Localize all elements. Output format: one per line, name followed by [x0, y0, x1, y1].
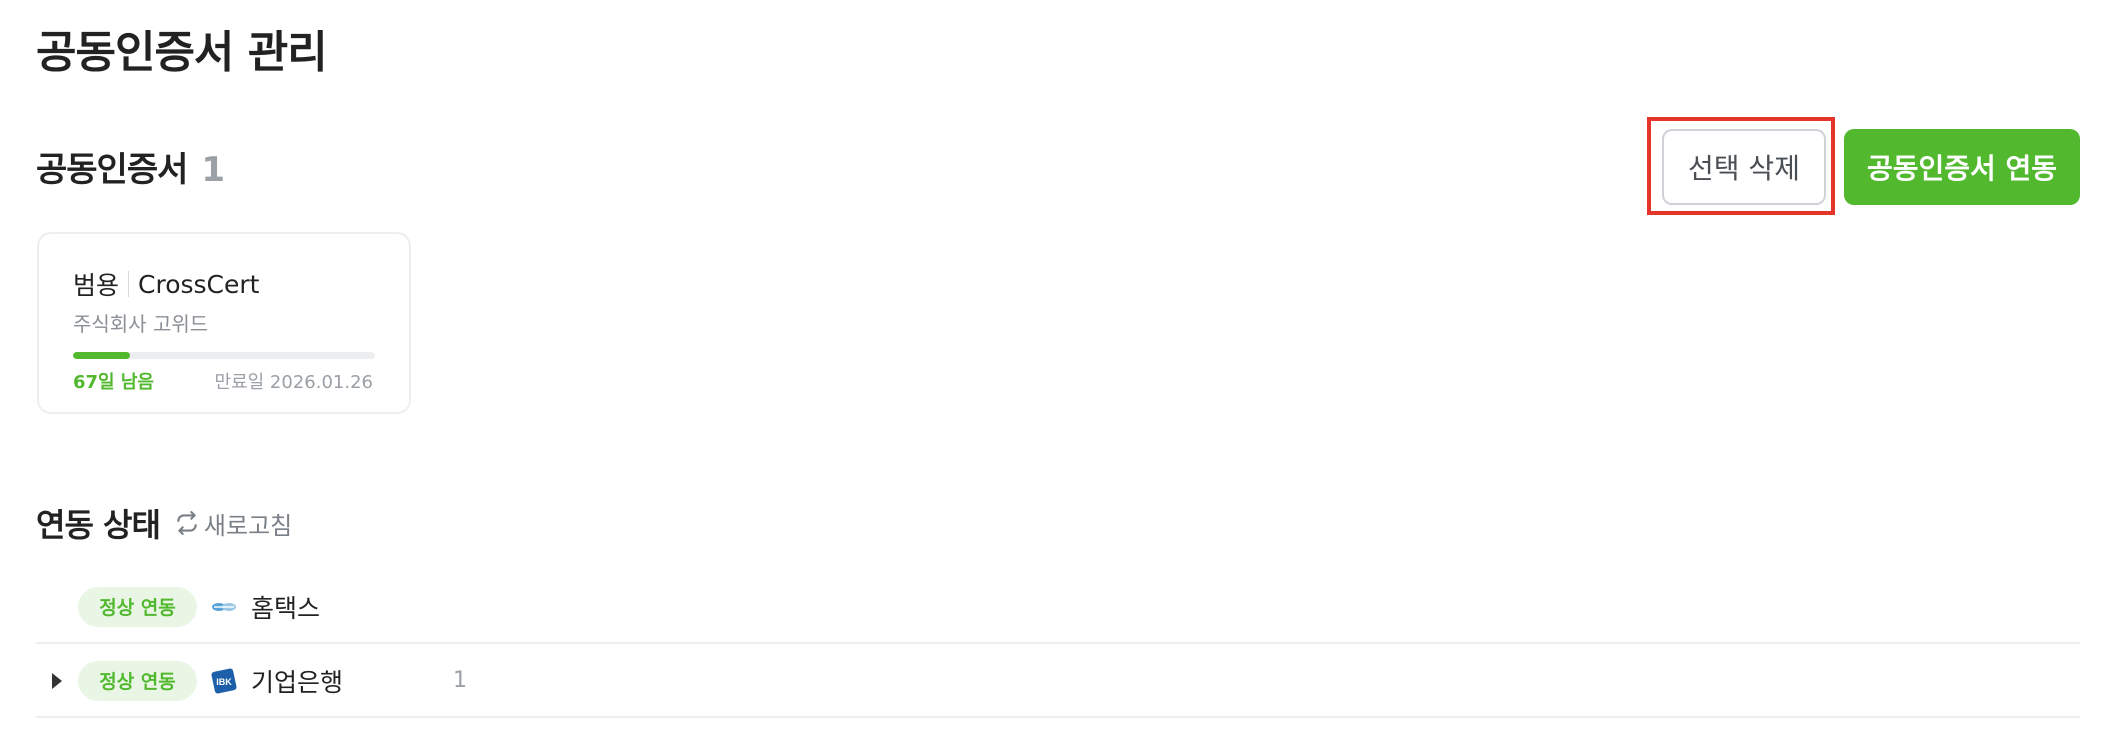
- certificate-expiry-date: 만료일 2026.01.26: [214, 372, 373, 393]
- expand-row-button[interactable]: [36, 671, 78, 691]
- page-title: 공동인증서 관리: [36, 27, 328, 78]
- certificate-validity-progress: [73, 352, 375, 359]
- refresh-icon: [177, 511, 197, 535]
- certificate-issuer: CrossCert: [138, 269, 260, 299]
- certificate-owner: 주식회사 고위드: [73, 312, 209, 336]
- status-badge: 정상 연동: [78, 586, 197, 627]
- delete-selected-button[interactable]: 선택 삭제: [1662, 129, 1826, 205]
- certificate-type-divider: [128, 271, 130, 297]
- certificate-type: 범용: [73, 271, 120, 300]
- certificate-card[interactable]: 범용 CrossCert 주식회사 고위드 67일 남음 만료일 2026.01…: [37, 232, 411, 414]
- org-name: 기업은행: [251, 667, 344, 697]
- connection-status-title: 연동 상태: [36, 506, 161, 544]
- certificates-count: 1: [201, 150, 225, 190]
- status-badge: 정상 연동: [78, 660, 197, 701]
- connect-certificate-button[interactable]: 공동인증서 연동: [1844, 129, 2080, 205]
- certificates-header-label: 공동인증서: [36, 150, 188, 190]
- org-name: 홈택스: [251, 593, 321, 623]
- svg-text:IBK: IBK: [216, 677, 232, 687]
- connection-status-header: 연동 상태 새로고침: [36, 500, 292, 546]
- hometax-logo-icon: [211, 594, 237, 620]
- certificate-management-page: 공동인증서 관리 공동인증서 1 선택 삭제 공동인증서 연동 범용 Cross…: [0, 0, 2110, 732]
- status-row-ibk[interactable]: 정상 연동 IBK 기업은행 1: [36, 645, 2080, 718]
- refresh-button[interactable]: 새로고침: [174, 506, 292, 541]
- org-certificate-count: 1: [453, 668, 467, 693]
- certificate-validity-progress-fill: [73, 352, 131, 359]
- certificate-type-row: 범용 CrossCert: [73, 266, 259, 302]
- status-row-hometax: 정상 연동 홈택스: [36, 571, 2080, 644]
- certificates-section-header: 공동인증서 1: [36, 142, 225, 191]
- caret-right-icon: [52, 672, 62, 689]
- refresh-label: 새로고침: [203, 511, 293, 540]
- ibk-logo-icon: IBK: [211, 668, 237, 694]
- certificate-remaining-days: 67일 남음: [73, 372, 154, 393]
